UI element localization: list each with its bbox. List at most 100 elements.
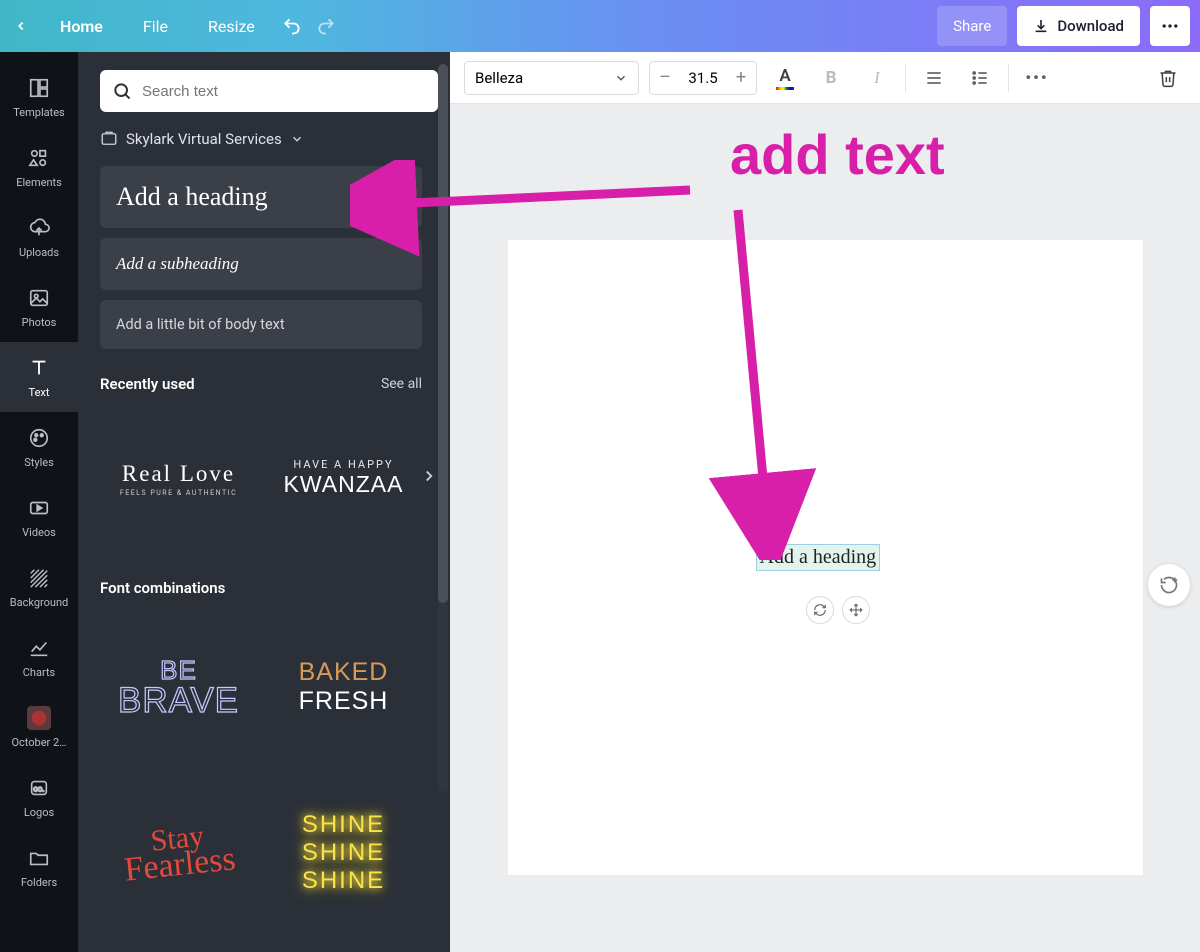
rail-folders[interactable]: Folders	[0, 832, 78, 902]
rail-videos[interactable]: Videos	[0, 482, 78, 552]
tile-real-love[interactable]: Real Love FEELS PURE & AUTHENTIC	[100, 403, 257, 553]
three-dots-icon	[1160, 16, 1180, 36]
left-rail: Templates Elements Uploads Photos Text S…	[0, 52, 78, 952]
tile-baked-text: BAKED	[299, 658, 389, 687]
italic-icon: I	[874, 68, 880, 88]
rail-october-label: October 2…	[11, 736, 66, 749]
list-icon	[970, 68, 990, 88]
more-text-options[interactable]: •••	[1019, 61, 1055, 95]
font-combo-row-2: Stay Fearless SHINE SHINE SHINE	[100, 773, 422, 933]
tile-real-love-text: Real Love	[122, 461, 235, 487]
font-family-select[interactable]: Belleza	[464, 61, 639, 95]
back-button[interactable]	[10, 15, 32, 37]
rail-october-folder[interactable]: October 2…	[0, 692, 78, 762]
tiles-next-button[interactable]	[420, 467, 438, 489]
text-panel: Skylark Virtual Services Add a heading A…	[78, 52, 450, 952]
download-label: Download	[1057, 17, 1124, 35]
more-menu-button[interactable]	[1150, 6, 1190, 46]
design-page[interactable]: Add a heading	[508, 240, 1143, 875]
folder-thumb-icon	[28, 707, 50, 729]
move-icon	[849, 603, 863, 617]
see-all-link[interactable]: See all	[381, 376, 422, 392]
rail-videos-label: Videos	[22, 526, 56, 539]
add-subheading-button[interactable]: Add a subheading	[100, 238, 422, 290]
panel-scrollbar-thumb[interactable]	[438, 64, 448, 603]
add-heading-button[interactable]: Add a heading	[100, 166, 422, 228]
font-size-value[interactable]: 31.5	[680, 69, 726, 87]
panel-scrollbar[interactable]	[438, 64, 448, 792]
uploads-icon	[28, 217, 50, 239]
tile-be-brave[interactable]: BE BRAVE	[100, 607, 257, 767]
toolbar-divider	[905, 64, 906, 92]
templates-icon	[28, 77, 50, 99]
chevron-down-icon	[614, 71, 628, 85]
tile-shine[interactable]: SHINE SHINE SHINE	[265, 773, 422, 933]
home-menu[interactable]: Home	[40, 17, 123, 36]
annotation-label: add text	[730, 122, 945, 187]
rail-charts-label: Charts	[23, 666, 55, 679]
brand-kit-dropdown[interactable]: Skylark Virtual Services	[100, 130, 438, 148]
rail-styles-label: Styles	[24, 456, 54, 469]
canvas-area[interactable]: Add a heading	[450, 104, 1200, 952]
rail-uploads-label: Uploads	[19, 246, 59, 259]
tile-baked-fresh[interactable]: BAKED FRESH	[265, 607, 422, 767]
tile-kwanzaa-text: KWANZAA	[284, 471, 404, 498]
top-bar: Home File Resize Share Download	[0, 0, 1200, 52]
brand-name: Skylark Virtual Services	[126, 130, 282, 148]
align-button[interactable]	[916, 61, 952, 95]
tile-shine-text-3: SHINE	[302, 867, 385, 895]
rail-elements[interactable]: Elements	[0, 132, 78, 202]
charts-icon	[28, 637, 50, 659]
reload-plus-icon	[1159, 575, 1179, 595]
rail-templates[interactable]: Templates	[0, 62, 78, 132]
search-wrap	[100, 70, 438, 112]
background-icon	[28, 567, 50, 589]
tile-kwanzaa-top: HAVE A HAPPY	[293, 458, 393, 471]
text-color-button[interactable]: A	[767, 61, 803, 95]
download-icon	[1033, 18, 1049, 34]
resize-menu[interactable]: Resize	[188, 17, 275, 36]
font-combinations-heading: Font combinations	[100, 579, 225, 597]
font-size-decrease[interactable]: –	[650, 67, 680, 88]
chevron-left-icon	[14, 19, 28, 33]
font-size-increase[interactable]: +	[726, 67, 756, 88]
rail-photos[interactable]: Photos	[0, 272, 78, 342]
sync-button[interactable]	[806, 596, 834, 624]
redo-icon	[316, 16, 336, 36]
delete-button[interactable]	[1150, 61, 1186, 95]
rail-text[interactable]: Text	[0, 342, 78, 412]
elements-icon	[28, 147, 50, 169]
add-body-text-button[interactable]: Add a little bit of body text	[100, 300, 422, 349]
more-icon: •••	[1025, 68, 1048, 87]
tile-fresh-text: FRESH	[299, 687, 389, 716]
tile-stay-fearless[interactable]: Stay Fearless	[100, 773, 257, 933]
brand-icon	[100, 130, 118, 148]
sync-icon	[813, 603, 827, 617]
bold-button[interactable]: B	[813, 61, 849, 95]
tile-brave-text: BRAVE	[118, 681, 239, 720]
rail-background[interactable]: Background	[0, 552, 78, 622]
italic-button[interactable]: I	[859, 61, 895, 95]
align-icon	[924, 68, 944, 88]
selected-text-element[interactable]: Add a heading	[756, 544, 881, 571]
rail-charts[interactable]: Charts	[0, 622, 78, 692]
rail-uploads[interactable]: Uploads	[0, 202, 78, 272]
tile-kwanzaa[interactable]: HAVE A HAPPY KWANZAA	[265, 403, 422, 553]
rail-photos-label: Photos	[22, 316, 57, 329]
download-button[interactable]: Download	[1017, 6, 1140, 46]
redo-button[interactable]	[309, 9, 343, 43]
file-menu[interactable]: File	[123, 17, 188, 36]
rail-templates-label: Templates	[13, 106, 64, 119]
move-button[interactable]	[842, 596, 870, 624]
rail-background-label: Background	[10, 596, 68, 609]
search-input[interactable]	[142, 83, 426, 100]
comment-reload-button[interactable]	[1148, 564, 1190, 606]
list-button[interactable]	[962, 61, 998, 95]
share-button[interactable]: Share	[937, 6, 1007, 46]
rail-logos[interactable]: co. Logos	[0, 762, 78, 832]
recently-used-heading: Recently used	[100, 375, 195, 393]
undo-button[interactable]	[275, 9, 309, 43]
font-size-group: – 31.5 +	[649, 61, 757, 95]
folders-icon	[28, 847, 50, 869]
rail-styles[interactable]: Styles	[0, 412, 78, 482]
